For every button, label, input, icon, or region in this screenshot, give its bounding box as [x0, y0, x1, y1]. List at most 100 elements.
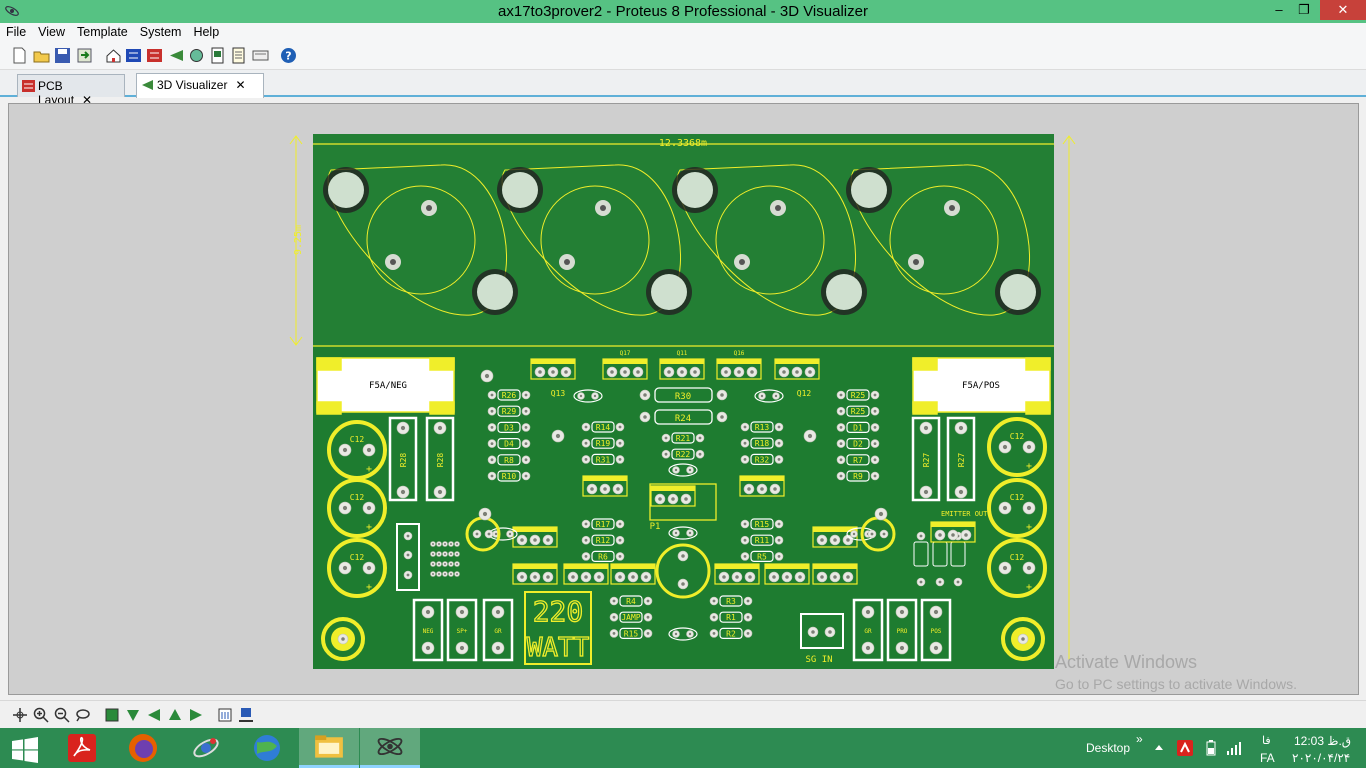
bom-icon[interactable] [209, 47, 226, 64]
pad-hole [720, 415, 724, 419]
globe-app-icon[interactable] [237, 728, 297, 768]
zoom-in-icon[interactable] [33, 707, 49, 723]
menu-view[interactable]: View [32, 23, 71, 39]
resistor-label: R21 [676, 434, 691, 443]
pcb-board[interactable]: 12.3368m C12 + C12 + C12 + C12 + C12 + C12 + R28 R28 R… [313, 134, 1054, 669]
pad-hole [899, 645, 905, 651]
resistor-label: R2 [726, 629, 736, 638]
transistor-header-tab [603, 359, 647, 364]
input-language[interactable]: FA [1260, 751, 1275, 765]
close-button[interactable]: ✕ [1320, 0, 1366, 20]
pad-hole [459, 609, 465, 615]
pad-hole [584, 522, 588, 526]
to3-pin-hole [426, 205, 432, 211]
pad-hole [618, 458, 622, 461]
pad-hole [590, 487, 594, 491]
transistor-label: Q13 [551, 389, 566, 398]
to3-pin-hole [913, 259, 919, 265]
pad-hole [852, 532, 856, 536]
resistor-label: R25 [851, 407, 866, 416]
capacitor-polarity-mark: + [1026, 582, 1032, 593]
view-right-icon[interactable] [188, 707, 204, 723]
firefox-icon[interactable] [113, 728, 173, 768]
menu-help[interactable]: Help [187, 23, 225, 39]
menu-file[interactable]: File [0, 23, 32, 39]
design-explorer-icon[interactable] [230, 47, 247, 64]
resistor-label: R19 [596, 439, 611, 448]
pad-hole [938, 533, 942, 537]
antivirus-tray-icon[interactable] [1177, 740, 1193, 756]
zoom-out-icon[interactable] [54, 707, 70, 723]
pad-hole [438, 553, 440, 555]
pad-hole [584, 458, 588, 461]
view-front-icon[interactable] [125, 707, 141, 723]
pad-hole [958, 425, 964, 431]
gerber-icon[interactable] [188, 47, 205, 64]
new-file-icon[interactable] [11, 47, 28, 64]
clock-date[interactable]: ۲۰۲۰/۰۴/۲۴ [1292, 751, 1350, 765]
tab-3d-visualizer[interactable]: 3D Visualizer ✕ [136, 73, 264, 98]
transistor-header-tab [717, 359, 761, 364]
menu-system[interactable]: System [134, 23, 188, 39]
clock-time[interactable]: 12:03 ق.ظ [1294, 734, 1351, 748]
pad-hole [882, 532, 886, 536]
notes-icon[interactable] [252, 47, 269, 64]
view-toolbar [0, 700, 1366, 728]
pcb-layout-icon[interactable] [146, 47, 163, 64]
view-back-icon[interactable] [167, 707, 183, 723]
pad-hole [674, 632, 678, 636]
tab-pcb-layout[interactable]: PCB Layout ✕ [17, 74, 125, 107]
save-icon[interactable] [54, 47, 71, 64]
pad-hole [584, 555, 588, 558]
import-icon[interactable] [76, 47, 93, 64]
to3-mount-hole [1000, 274, 1036, 310]
tray-overflow-icon[interactable] [1154, 743, 1164, 751]
pad-hole [1002, 444, 1008, 450]
pad-hole [777, 441, 781, 445]
view-left-icon[interactable] [146, 707, 162, 723]
proteus-active-window-icon[interactable] [360, 728, 420, 768]
desktop-toolbar-label[interactable]: Desktop [1086, 741, 1130, 755]
restore-button[interactable]: ❐ [1287, 0, 1321, 20]
desktop-toolbar-chevron[interactable]: » [1136, 732, 1143, 746]
power-resistor-label: R28 [436, 453, 445, 468]
pad-hole [610, 370, 614, 374]
pan-icon[interactable] [12, 707, 28, 723]
input-language-native[interactable]: فا [1262, 734, 1271, 747]
acrobat-reader-icon[interactable] [52, 728, 112, 768]
export-3d-icon[interactable] [238, 707, 254, 723]
3d-visualizer-icon [142, 80, 153, 90]
pad-hole [631, 575, 635, 579]
schematic-icon[interactable] [125, 47, 142, 64]
to3-pin-hole [564, 259, 570, 265]
pad-hole [564, 370, 568, 374]
transistor-header-tab [715, 564, 759, 569]
home-icon[interactable] [105, 47, 122, 64]
proteus-taskbar-icon[interactable] [176, 728, 236, 768]
pad-hole [777, 458, 781, 461]
pad-hole [833, 575, 837, 579]
open-folder-icon[interactable] [33, 47, 50, 64]
pad-hole [865, 609, 871, 615]
toggle-layers-icon[interactable] [217, 707, 233, 723]
tab-close-icon[interactable]: ✕ [235, 78, 245, 92]
rotate-icon[interactable] [75, 707, 91, 723]
pad-hole [839, 409, 843, 413]
to3-mount-hole [677, 172, 713, 208]
pad-hole [873, 426, 877, 429]
file-explorer-icon[interactable] [299, 728, 359, 768]
help-icon[interactable]: ? [280, 47, 297, 64]
pad-hole [923, 425, 929, 431]
menu-template[interactable]: Template [71, 23, 134, 39]
to3-pin-hole [949, 205, 955, 211]
resistor-label: R1 [726, 613, 736, 622]
view-top-icon[interactable] [104, 707, 120, 723]
start-windows-icon[interactable] [0, 728, 60, 768]
pcb-layout-icon [22, 80, 35, 92]
power-resistor-label: R27 [922, 453, 931, 468]
pad-hole [579, 394, 583, 398]
pad-hole [712, 599, 716, 603]
pad-hole [406, 534, 410, 538]
signal-icon[interactable] [1226, 740, 1242, 756]
3d-visualizer-icon[interactable] [168, 47, 185, 64]
